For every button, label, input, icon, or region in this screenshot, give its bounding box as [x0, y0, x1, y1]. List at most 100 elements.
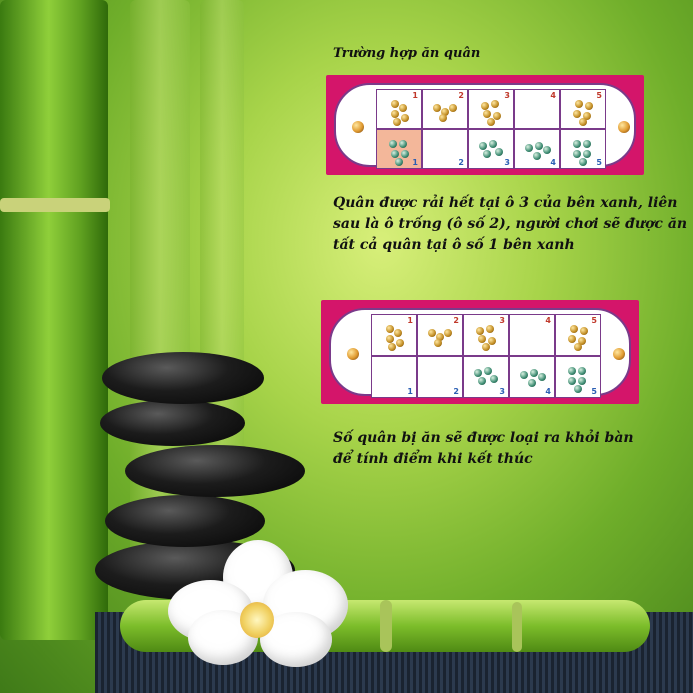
cell-number: 2	[458, 158, 464, 167]
pebble	[401, 114, 409, 122]
cell-number: 2	[458, 91, 464, 100]
pebble	[520, 371, 528, 379]
caption-1-line-3: tất cả quân tại ô số 1 bên xanh	[333, 237, 575, 253]
orchid-flower	[168, 540, 348, 670]
pebble	[484, 367, 492, 375]
caption-2: Số quân bị ăn sẽ được loại ra khỏi bàn đ…	[333, 428, 634, 470]
board-2-top-cell-4: 4	[509, 314, 555, 356]
pebble	[538, 373, 546, 381]
pebble	[495, 148, 503, 156]
pebble	[535, 142, 543, 150]
board-1-bottom-cell-5: 5	[560, 129, 606, 169]
pebble	[391, 100, 399, 108]
pebble	[474, 369, 482, 377]
pebble	[388, 343, 396, 351]
bamboo-node	[0, 198, 110, 212]
pebble	[578, 377, 586, 385]
caption-1: Quân được rải hết tại ô 3 của bên xanh, …	[333, 193, 687, 256]
board-2: 1 2 3 4 5 1 2 3 4 5	[321, 300, 639, 404]
pebble	[434, 339, 442, 347]
pebble	[399, 140, 407, 148]
cell-number: 4	[545, 316, 551, 325]
cell-number: 5	[591, 387, 597, 396]
board-1-top-cell-3: 3	[468, 89, 514, 129]
cell-number: 3	[504, 158, 510, 167]
board-2-inner: 1 2 3 4 5 1 2 3 4 5	[329, 308, 631, 398]
pebble	[391, 150, 399, 158]
cell-number: 1	[412, 91, 418, 100]
cell-number: 3	[499, 387, 505, 396]
pebble	[573, 140, 581, 148]
pebble	[449, 104, 457, 112]
pebble	[439, 114, 447, 122]
pebble	[528, 379, 536, 387]
pebble	[487, 118, 495, 126]
cell-number: 1	[412, 158, 418, 167]
pebble	[578, 367, 586, 375]
pebble	[575, 100, 583, 108]
pebble	[583, 150, 591, 158]
pebble	[478, 335, 486, 343]
board-1-top-cell-4: 4	[514, 89, 560, 129]
pebble	[570, 325, 578, 333]
pebble	[530, 369, 538, 377]
pebble	[583, 140, 591, 148]
pebble	[399, 104, 407, 112]
pebble	[433, 104, 441, 112]
board-2-top-cell-5: 5	[555, 314, 601, 356]
board-2-top-cell-2: 2	[417, 314, 463, 356]
mandarin-piece-left	[352, 121, 364, 133]
pebble	[481, 102, 489, 110]
pebble	[395, 158, 403, 166]
board-1-top-cell-2: 2	[422, 89, 468, 129]
pebble	[428, 329, 436, 337]
pebble	[476, 327, 484, 335]
pebble	[486, 325, 494, 333]
caption-1-line-2: sau là ô trống (ô số 2), người chơi sẽ đ…	[333, 216, 688, 232]
stone-3	[125, 445, 305, 497]
pebble	[568, 367, 576, 375]
pebble	[525, 144, 533, 152]
pebble	[579, 158, 587, 166]
board-2-bottom-cell-3: 3	[463, 356, 509, 398]
pebble	[568, 335, 576, 343]
board-1: 1 2 3 4 5 1 2 3 4 5	[326, 75, 644, 175]
board-1-bottom-cell-4: 4	[514, 129, 560, 169]
board-2-bottom-cell-5: 5	[555, 356, 601, 398]
pebble	[489, 140, 497, 148]
cell-number: 4	[550, 91, 556, 100]
pebble	[579, 118, 587, 126]
orchid-center	[240, 602, 274, 638]
pebble	[389, 140, 397, 148]
board-1-bottom-cell-1: 1	[376, 129, 422, 169]
pebble	[585, 102, 593, 110]
page-title: Trường hợp ăn quân	[333, 46, 481, 61]
stone-top	[102, 352, 264, 404]
cell-number: 5	[596, 158, 602, 167]
cell-number: 4	[545, 387, 551, 396]
pebble	[543, 146, 551, 154]
pebble	[580, 327, 588, 335]
board-2-bottom-cell-1: 1	[371, 356, 417, 398]
cell-number: 1	[407, 316, 413, 325]
cell-number: 2	[453, 316, 459, 325]
pebble	[483, 150, 491, 158]
cell-number: 5	[591, 316, 597, 325]
pebble	[396, 339, 404, 347]
pebble	[394, 329, 402, 337]
mandarin-piece-left	[347, 348, 359, 360]
pebble	[482, 343, 490, 351]
pebble	[491, 100, 499, 108]
board-2-bottom-cell-4: 4	[509, 356, 555, 398]
pebble	[393, 118, 401, 126]
pebble	[483, 110, 491, 118]
pebble	[401, 150, 409, 158]
board-2-top-cell-3: 3	[463, 314, 509, 356]
pebble	[568, 377, 576, 385]
caption-2-line-1: Số quân bị ăn sẽ được loại ra khỏi bàn	[333, 430, 634, 446]
mandarin-piece-right	[618, 121, 630, 133]
stone-2	[100, 400, 245, 446]
pebble	[386, 325, 394, 333]
bamboo-node-horizontal-2	[512, 602, 522, 652]
mandarin-piece-right	[613, 348, 625, 360]
